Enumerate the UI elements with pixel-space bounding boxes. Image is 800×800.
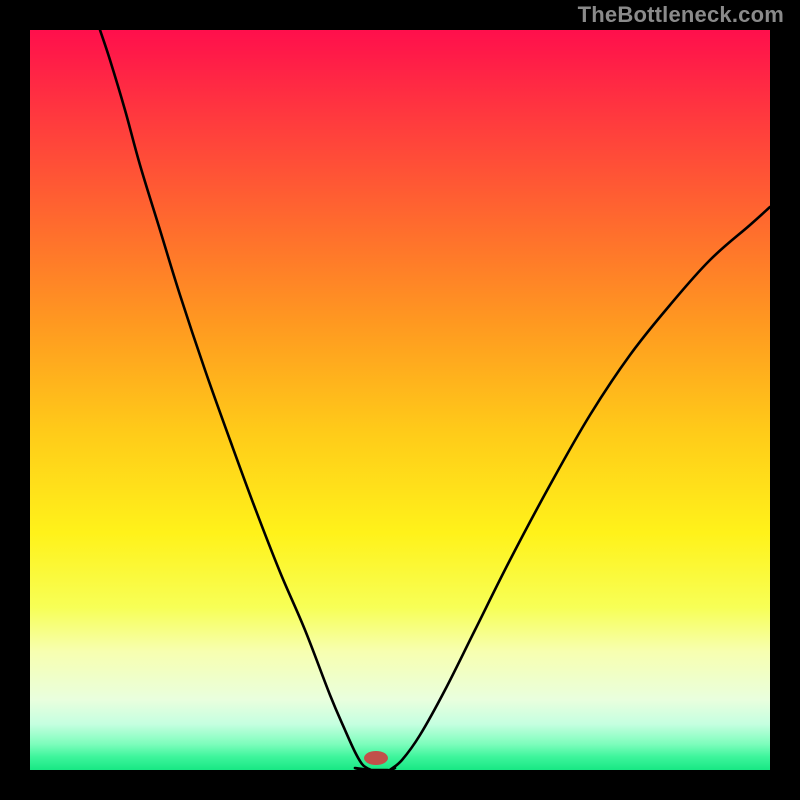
watermark-text: TheBottleneck.com xyxy=(578,2,784,28)
bottleneck-chart xyxy=(30,30,770,770)
gradient-background xyxy=(30,30,770,770)
optimal-point-marker xyxy=(364,751,388,765)
chart-svg xyxy=(30,30,770,770)
chart-frame: TheBottleneck.com xyxy=(0,0,800,800)
